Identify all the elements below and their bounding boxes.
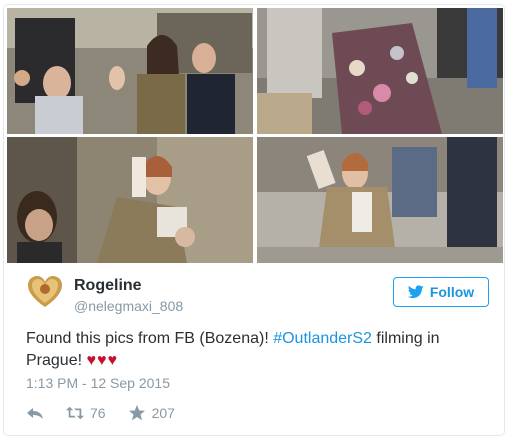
like-button[interactable]: 207: [128, 405, 175, 421]
hearts-emoji: ♥♥♥: [86, 352, 118, 369]
tweet-text-part1: Found this pics from FB (Bozena)!: [26, 330, 274, 347]
hashtag-link[interactable]: #OutlanderS2: [273, 330, 372, 347]
photo-3[interactable]: [7, 137, 253, 263]
photo-1[interactable]: [7, 8, 253, 134]
like-count: 207: [151, 405, 175, 421]
star-icon: [128, 405, 145, 421]
reply-button[interactable]: [26, 405, 44, 421]
user-handle[interactable]: @nelegmaxi_808: [74, 298, 183, 314]
retweet-button[interactable]: 76: [66, 405, 106, 421]
tweet-actions: 76 207: [26, 403, 197, 423]
avatar[interactable]: [26, 273, 64, 311]
heart-avatar-icon: [28, 276, 62, 307]
photo-4[interactable]: [257, 137, 503, 263]
user-name[interactable]: Rogeline: [74, 277, 142, 295]
reply-icon: [27, 408, 43, 419]
tweet-text: Found this pics from FB (Bozena)! #Outla…: [26, 328, 486, 372]
twitter-bird-icon: [407, 285, 424, 299]
retweet-icon: [66, 406, 84, 420]
follow-button[interactable]: Follow: [393, 277, 489, 307]
retweet-count: 76: [90, 405, 106, 421]
follow-label: Follow: [429, 284, 475, 300]
timestamp[interactable]: 1:13 PM - 12 Sep 2015: [26, 375, 170, 391]
photo-2[interactable]: [257, 8, 503, 134]
tweet-card: Rogeline @nelegmaxi_808 Follow Found thi…: [3, 4, 505, 436]
photo-grid: [7, 8, 503, 263]
